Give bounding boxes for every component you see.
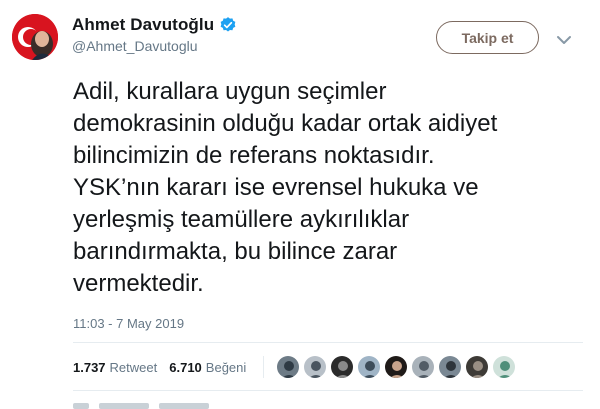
tweet-stats: 1.737 Retweet 6.710 Beğeni — [73, 360, 258, 375]
action-bar — [73, 403, 293, 409]
tweet-card: Ahmet Davutoğlu @Ahmet_Davutoglu Takip e… — [0, 0, 600, 409]
retweet-count: 1.737 — [73, 360, 106, 375]
tweet-line: bilincimizin de referans noktasıdır. — [73, 142, 435, 169]
user-handle[interactable]: @Ahmet_Davutoglu — [72, 38, 237, 54]
divider — [73, 390, 583, 391]
tweet-line: yerleşmiş teamüllere aykırılıklar — [73, 206, 410, 233]
retweet-icon[interactable] — [99, 403, 149, 409]
liker-avatar[interactable] — [357, 355, 381, 379]
author-block[interactable]: Ahmet Davutoğlu @Ahmet_Davutoglu — [72, 15, 237, 54]
avatar-image — [12, 14, 58, 60]
retweet-label: Retweet — [109, 360, 158, 375]
tweet-line: vermektedir. — [73, 270, 204, 297]
follow-button[interactable]: Takip et — [436, 21, 539, 54]
stats-separator — [263, 356, 264, 378]
divider — [73, 342, 583, 343]
tweet-line: YSK’nın kararı ise evrensel hukuka ve — [73, 174, 479, 201]
liker-avatar[interactable] — [411, 355, 435, 379]
tweet-timestamp[interactable]: 11:03 - 7 May 2019 — [73, 316, 184, 331]
liker-avatar[interactable] — [384, 355, 408, 379]
like-icon[interactable] — [159, 403, 209, 409]
display-name[interactable]: Ahmet Davutoğlu — [72, 15, 214, 35]
liker-avatar[interactable] — [465, 355, 489, 379]
like-count: 6.710 — [169, 360, 202, 375]
tweet-text: Adil, kurallara uygun seçimler demokrasi… — [73, 76, 573, 300]
chevron-down-icon[interactable] — [556, 33, 572, 45]
liker-avatars — [276, 355, 516, 379]
liker-avatar[interactable] — [276, 355, 300, 379]
liker-avatar[interactable] — [492, 355, 516, 379]
avatar[interactable] — [12, 14, 58, 60]
retweet-stat[interactable]: 1.737 Retweet — [73, 360, 157, 375]
like-stat[interactable]: 6.710 Beğeni — [169, 360, 246, 375]
tweet-line: barındırmakta, bu bilince zarar — [73, 238, 398, 265]
liker-avatar[interactable] — [303, 355, 327, 379]
tweet-line: demokrasinin olduğu kadar ortak aidiyet — [73, 110, 498, 137]
liker-avatar[interactable] — [438, 355, 462, 379]
like-label: Beğeni — [205, 360, 247, 375]
liker-avatar[interactable] — [330, 355, 354, 379]
reply-icon[interactable] — [73, 403, 89, 409]
verified-badge-icon — [219, 16, 237, 34]
tweet-line: Adil, kurallara uygun seçimler — [73, 78, 387, 105]
